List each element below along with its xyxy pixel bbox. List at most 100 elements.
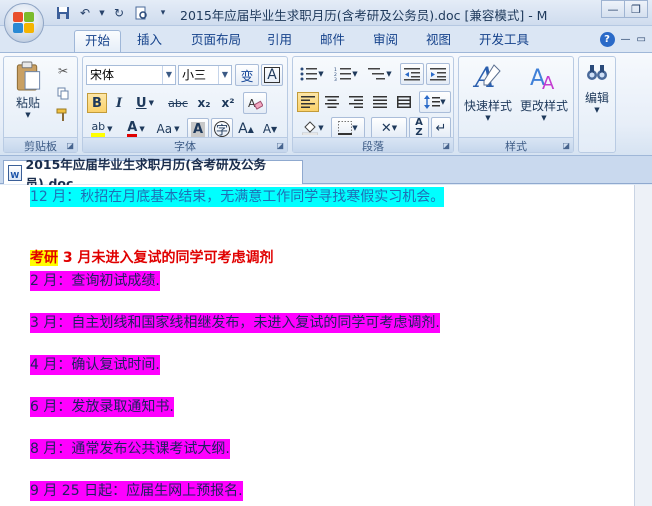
paragraph-december: 12 月：秋招在月底基本结束，无满意工作同学寻找寒假实习机会。 [30, 187, 445, 207]
office-logo-icon [13, 12, 35, 34]
restore-icon[interactable]: ❐ [624, 0, 648, 18]
shrink-font-button[interactable]: A ▼ [259, 119, 281, 139]
document-area[interactable]: 12 月：秋招在月底基本结束，无满意工作同学寻找寒假实习机会。 考研 3 月未进… [0, 185, 652, 506]
numbering-dropdown-icon: ▼ [352, 70, 358, 78]
clear-formatting-button[interactable]: A [243, 92, 267, 114]
quick-styles-label: 快速样式 [463, 99, 512, 113]
list-item: 4 月：确认复试时间. [30, 355, 160, 375]
italic-button[interactable]: I [109, 93, 129, 113]
increase-indent-button[interactable] [426, 63, 450, 85]
multilevel-list-button[interactable]: ▼ [364, 64, 396, 84]
window-controls: — ❐ [601, 0, 648, 18]
tab-references[interactable]: 引用 [257, 30, 302, 52]
font-launcher-icon[interactable]: ◪ [276, 141, 284, 150]
align-left-button[interactable] [297, 92, 319, 112]
tab-review[interactable]: 审阅 [363, 30, 408, 52]
change-styles-button[interactable]: AA 更改样式 ▼ [517, 60, 571, 134]
font-size-combo[interactable]: 小三 ▼ [178, 65, 232, 85]
format-painter-button[interactable] [54, 106, 72, 124]
office-button[interactable] [4, 3, 44, 43]
distributed-icon [397, 96, 411, 108]
undo-icon[interactable]: ↶ [76, 4, 94, 22]
quick-access-toolbar: ↶ ▼ ↻ ▾ [54, 4, 172, 22]
minimize-icon[interactable]: — [601, 0, 625, 18]
underline-button[interactable]: U ▼ [131, 93, 159, 113]
mini-minimize-icon[interactable]: — [621, 34, 631, 45]
list-item: 9 月 25 日起：应届生网上预报名. [30, 481, 243, 501]
quick-styles-button[interactable]: A 快速样式 ▼ [462, 60, 514, 134]
align-right-button[interactable] [345, 92, 367, 112]
font-color-icon: A [127, 121, 138, 138]
character-shading-icon: A [190, 121, 206, 137]
subscript-button[interactable]: x₂ [193, 93, 215, 113]
show-marks-button[interactable]: ↵ [431, 117, 451, 139]
subscript-label: x₂ [197, 96, 211, 110]
customize-icon[interactable]: ▾ [154, 4, 172, 22]
save-icon[interactable] [54, 4, 72, 22]
format-painter-icon [56, 108, 67, 121]
font-name-value: 宋体 [90, 68, 115, 82]
tab-mailings[interactable]: 邮件 [310, 30, 355, 52]
tab-view[interactable]: 视图 [416, 30, 461, 52]
font-name-combo[interactable]: 宋体 ▼ [86, 65, 176, 85]
highlight-button[interactable]: ab ▼ [87, 119, 117, 139]
clear-formatting-icon: A [248, 97, 263, 110]
editing-label: 编辑 [584, 91, 609, 105]
sort-button[interactable]: AZ [409, 117, 429, 139]
tab-developer[interactable]: 开发工具 [469, 30, 539, 52]
line-spacing-dropdown-icon: ▼ [440, 98, 446, 106]
italic-label: I [115, 95, 123, 111]
tab-page-layout[interactable]: 页面布局 [181, 30, 251, 52]
print-preview-icon[interactable] [132, 4, 150, 22]
mini-restore-icon[interactable]: ▭ [637, 34, 646, 45]
strikethrough-button[interactable]: abc [165, 93, 191, 113]
distributed-button[interactable] [393, 92, 415, 112]
styles-group: A 快速样式 ▼ AA 更改样式 ▼ 样式 ◪ [458, 56, 574, 153]
bold-button[interactable]: B [87, 93, 107, 113]
change-styles-label: 更改样式 [519, 99, 568, 113]
bullets-button[interactable]: ▼ [296, 64, 328, 84]
editing-button[interactable]: 编辑 ▼ [580, 60, 614, 134]
font-color-button[interactable]: A ▼ [121, 119, 151, 139]
align-left-icon [301, 96, 315, 108]
styles-launcher-icon[interactable]: ◪ [562, 141, 570, 150]
align-center-button[interactable] [321, 92, 343, 112]
decrease-indent-button[interactable] [400, 63, 424, 85]
copy-button[interactable] [54, 84, 72, 102]
vertical-scrollbar[interactable] [634, 185, 652, 506]
grow-font-button[interactable]: A ▲ [235, 119, 257, 139]
tab-home[interactable]: 开始 [74, 30, 122, 52]
paste-icon [16, 61, 41, 91]
superscript-button[interactable]: x² [217, 93, 239, 113]
shrink-font-label: A [262, 122, 272, 136]
redo-icon[interactable]: ↻ [110, 4, 128, 22]
document-tab-bar: W 2015年应届毕业生求职月历(含考研及公务员).doc [0, 156, 652, 191]
change-case-button[interactable]: Aa ▼ [153, 119, 183, 139]
grow-font-label: A [238, 121, 248, 137]
line-spacing-button[interactable]: ▼ [419, 91, 451, 113]
clipboard-launcher-icon[interactable]: ◪ [66, 141, 74, 150]
paste-button[interactable]: 粘贴 ▼ [8, 60, 48, 120]
ribbon-tabs: 开始 插入 页面布局 引用 邮件 审阅 视图 开发工具 ? — ▭ [0, 26, 652, 52]
tab-insert[interactable]: 插入 [127, 30, 172, 52]
document-tab[interactable]: W 2015年应届毕业生求职月历(含考研及公务员).doc [3, 157, 303, 191]
justify-button[interactable] [369, 92, 391, 112]
font-name-dropdown-icon[interactable]: ▼ [162, 66, 175, 84]
borders-button[interactable]: ▼ [331, 117, 365, 139]
align-center-icon [325, 96, 339, 108]
paste-label: 粘贴 [15, 96, 40, 110]
cut-button[interactable]: ✂ [54, 62, 72, 80]
help-icon[interactable]: ? [599, 32, 615, 47]
phonetic-guide-button[interactable]: 变 [235, 64, 259, 86]
shading-button[interactable]: ▼ [297, 118, 329, 138]
font-size-dropdown-icon[interactable]: ▼ [218, 66, 231, 84]
undo-dropdown-icon[interactable]: ▼ [98, 4, 106, 22]
highlight-icon: ab [91, 121, 106, 137]
editing-group: 编辑 ▼ [578, 56, 616, 153]
borders-dropdown-icon: ▼ [352, 124, 358, 132]
list-item: 8 月：通常发布公共课考试大纲. [30, 439, 230, 459]
numbering-button[interactable]: 123 ▼ [330, 64, 362, 84]
asian-layout-button[interactable]: ✕ ▼ [371, 117, 407, 139]
paragraph-launcher-icon[interactable]: ◪ [442, 141, 450, 150]
character-border-button[interactable]: A [261, 64, 283, 86]
